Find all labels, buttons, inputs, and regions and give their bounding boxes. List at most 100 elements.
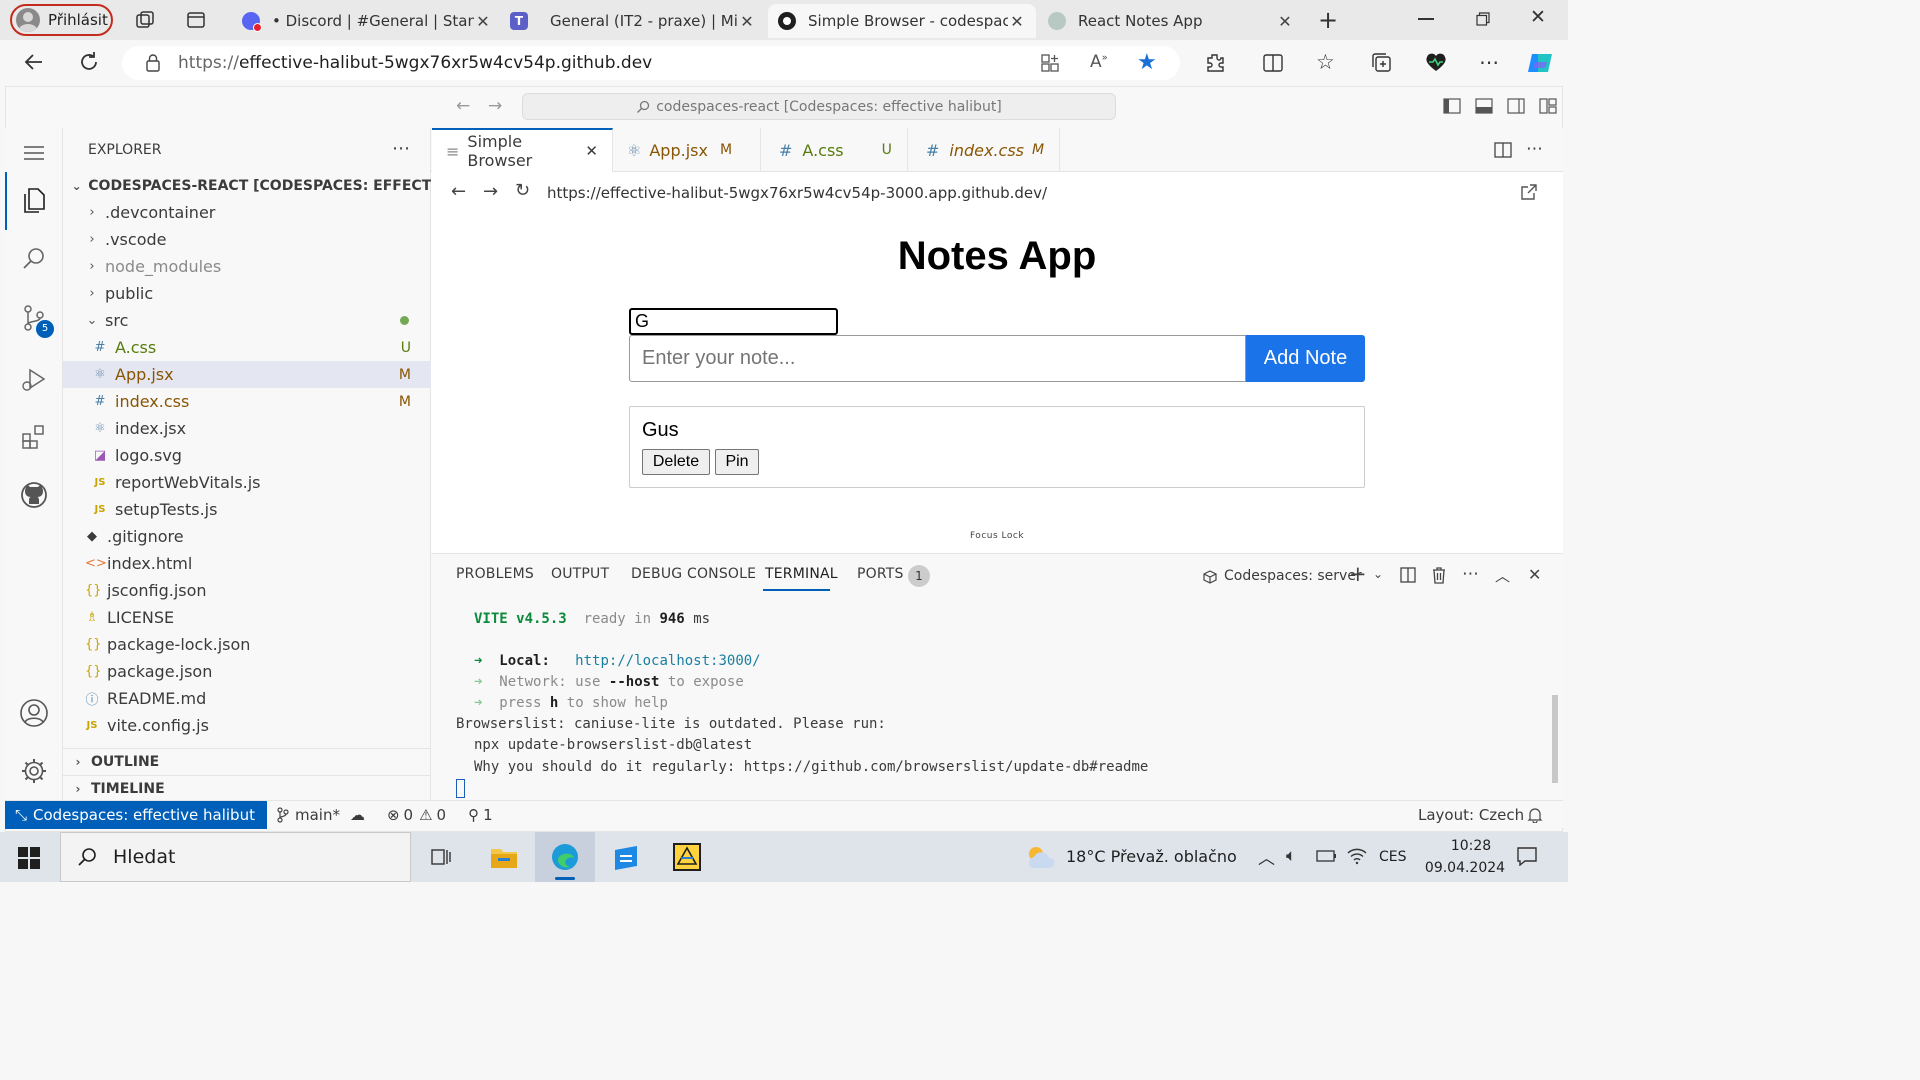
minimize-icon[interactable] xyxy=(1418,18,1434,20)
taskbar-search[interactable]: Hledat xyxy=(60,832,411,882)
keyboard-layout[interactable]: Layout: Czech xyxy=(1418,806,1524,824)
nav-back-icon[interactable]: ← xyxy=(456,96,470,116)
toggle-secondary-sidebar-icon[interactable] xyxy=(1507,98,1525,114)
profile-button[interactable]: Přihlásit xyxy=(10,4,113,36)
open-external-icon[interactable] xyxy=(1519,182,1539,202)
explorer-item[interactable]: {} package-lock.json xyxy=(63,631,431,658)
more-icon[interactable]: ⋯ xyxy=(1479,50,1499,74)
weather-label[interactable]: 18°C Převaž. oblačno xyxy=(1066,847,1237,866)
panel-tab-output[interactable]: OUTPUT xyxy=(551,566,609,582)
explorer-root[interactable]: ⌄ CODESPACES-REACT [CODESPACES: EFFECTIV… xyxy=(63,172,431,199)
explorer-item[interactable]: ⚛ App.jsx M xyxy=(63,361,431,388)
close-icon[interactable]: ✕ xyxy=(1008,12,1026,31)
note-input[interactable] xyxy=(629,335,1246,382)
browser-tab-discord[interactable]: • Discord | #General | Stand ✕ xyxy=(232,4,502,38)
command-center[interactable]: codespaces-react [Codespaces: effective … xyxy=(522,93,1116,120)
wifi-icon[interactable] xyxy=(1346,847,1368,865)
explorer-item[interactable]: › node_modules xyxy=(63,253,431,280)
toggle-primary-sidebar-icon[interactable] xyxy=(1443,98,1461,114)
explorer-item[interactable]: › .vscode xyxy=(63,226,431,253)
explorer-item[interactable]: <> index.html xyxy=(63,550,431,577)
browser-essentials-icon[interactable] xyxy=(1424,51,1448,73)
read-aloud-icon[interactable]: A» xyxy=(1090,52,1108,72)
task-view-icon[interactable] xyxy=(430,847,452,867)
timeline-section[interactable]: › TIMELINE xyxy=(63,775,431,802)
trash-icon[interactable] xyxy=(1431,566,1447,584)
new-tab-icon[interactable]: + xyxy=(1318,6,1338,34)
explorer-item[interactable]: › .devcontainer xyxy=(63,199,431,226)
terminal-scrollbar[interactable] xyxy=(1552,695,1558,783)
app-taskbar-icon[interactable] xyxy=(672,842,702,872)
explorer-item[interactable]: ◪ logo.svg xyxy=(63,442,431,469)
app-available-icon[interactable] xyxy=(1040,53,1060,73)
sb-forward-icon[interactable]: → xyxy=(483,181,498,202)
pin-button[interactable]: Pin xyxy=(715,449,759,475)
delete-button[interactable]: Delete xyxy=(642,449,710,475)
clock-time[interactable]: 10:28 xyxy=(1440,838,1502,854)
new-terminal-icon[interactable]: + xyxy=(1349,562,1367,586)
explorer-item[interactable]: JS vite.config.js xyxy=(63,712,431,739)
url-field[interactable]: https://effective-halibut-5wgx76xr5w4cv5… xyxy=(122,46,1180,80)
panel-tab-ports[interactable]: PORTS xyxy=(857,566,904,582)
maximize-panel-icon[interactable]: ︿ xyxy=(1495,565,1510,586)
battery-icon[interactable] xyxy=(1316,849,1338,863)
tray-overflow-icon[interactable]: ︿ xyxy=(1258,844,1275,869)
ports-status[interactable]: ⚲ 1 xyxy=(468,806,493,824)
explorer-more-icon[interactable]: ⋯ xyxy=(392,138,410,159)
refresh-icon[interactable] xyxy=(77,50,101,74)
edge-taskbar-icon[interactable] xyxy=(535,832,595,882)
explorer-icon[interactable] xyxy=(19,185,49,215)
file-explorer-icon[interactable] xyxy=(490,844,518,870)
close-panel-icon[interactable]: ✕ xyxy=(1528,565,1541,584)
close-icon[interactable]: ✕ xyxy=(585,142,598,160)
outline-section[interactable]: › OUTLINE xyxy=(63,748,431,775)
sync-icon[interactable]: ☁ xyxy=(350,806,365,824)
title-input[interactable] xyxy=(629,308,838,335)
tab-a-css[interactable]: # A.css U xyxy=(761,128,908,172)
run-debug-icon[interactable] xyxy=(19,364,49,394)
add-note-button[interactable]: Add Note xyxy=(1246,335,1365,382)
accounts-icon[interactable] xyxy=(19,698,49,728)
panel-tab-terminal[interactable]: TERMINAL xyxy=(765,566,838,582)
bell-icon[interactable] xyxy=(1527,807,1543,823)
panel-more-icon[interactable]: ⋯ xyxy=(1462,564,1479,584)
restore-icon[interactable] xyxy=(1476,12,1490,26)
remote-indicator[interactable]: ⤡ Codespaces: effective halibut xyxy=(5,800,267,829)
explorer-item[interactable]: ⓘ README.md xyxy=(63,685,431,712)
explorer-item[interactable]: # A.css U xyxy=(63,334,431,361)
panel-tab-problems[interactable]: PROBLEMS xyxy=(456,566,534,582)
split-editor-icon[interactable] xyxy=(1494,141,1512,159)
extensions-view-icon[interactable] xyxy=(19,422,49,452)
tab-app-jsx[interactable]: ⚛ App.jsx M xyxy=(613,128,761,172)
explorer-item[interactable]: ◆ .gitignore xyxy=(63,523,431,550)
menu-icon[interactable] xyxy=(19,138,49,168)
github-icon[interactable] xyxy=(19,480,49,510)
explorer-item[interactable]: JS setupTests.js xyxy=(63,496,431,523)
manage-gear-icon[interactable] xyxy=(19,756,49,786)
tab-simple-browser[interactable]: ≡ Simple Browser ✕ xyxy=(432,128,613,172)
tab-actions-icon[interactable] xyxy=(186,10,206,30)
explorer-item[interactable]: ⚛ index.jsx xyxy=(63,415,431,442)
sb-url[interactable]: https://effective-halibut-5wgx76xr5w4cv5… xyxy=(547,184,1047,202)
favorites-icon[interactable]: ☆ xyxy=(1316,50,1335,74)
split-terminal-icon[interactable] xyxy=(1400,567,1416,583)
close-icon[interactable]: ✕ xyxy=(1276,12,1294,31)
source-control-icon[interactable]: 5 xyxy=(19,303,54,338)
sb-back-icon[interactable]: ← xyxy=(451,181,466,202)
panel-tab-debug-console[interactable]: DEBUG CONSOLE xyxy=(631,566,756,582)
back-icon[interactable] xyxy=(22,50,46,74)
branch-status[interactable]: main* ☁ xyxy=(277,806,365,824)
workspaces-icon[interactable] xyxy=(134,9,156,31)
split-screen-icon[interactable] xyxy=(1262,52,1284,74)
browser-tab-simple-browser[interactable]: Simple Browser - codespaces ✕ xyxy=(768,4,1036,38)
clock-date[interactable]: 09.04.2024 xyxy=(1420,860,1510,876)
editor-more-icon[interactable]: ⋯ xyxy=(1526,139,1543,159)
terminal-name[interactable]: Codespaces: server xyxy=(1224,568,1362,584)
window-close-icon[interactable]: ✕ xyxy=(1530,6,1546,28)
explorer-item[interactable]: ⌄ src xyxy=(63,307,431,334)
favorite-star-icon[interactable]: ★ xyxy=(1137,50,1157,75)
search-view-icon[interactable] xyxy=(19,244,49,274)
tab-index-css[interactable]: # index.css M xyxy=(908,128,1060,172)
toggle-panel-icon[interactable] xyxy=(1475,98,1493,114)
customize-layout-icon[interactable] xyxy=(1539,98,1557,114)
